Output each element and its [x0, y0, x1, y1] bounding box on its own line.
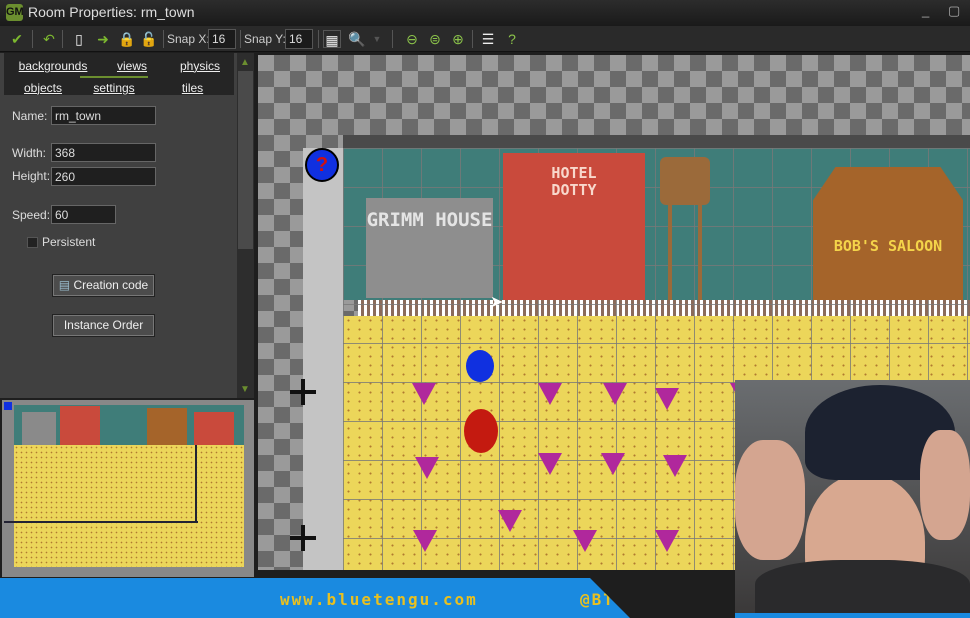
grid-toggle-icon[interactable]: ▦	[323, 30, 341, 48]
gem-instance[interactable]	[655, 530, 679, 552]
settings-panel: backgrounds views physics objects settin…	[0, 53, 237, 398]
banner-handle: @BTengu	[580, 590, 662, 609]
zoom-reset-icon[interactable]: ⊜	[426, 30, 444, 48]
unknown-object-instance[interactable]: ?	[305, 148, 339, 182]
gem-instance[interactable]	[601, 453, 625, 475]
mouse-cursor-icon: ➤	[490, 294, 504, 311]
snap-y-label: Snap Y:	[244, 32, 286, 46]
gem-instance[interactable]	[413, 530, 437, 552]
toolbar: ✔ ↶ ▯ ➜ 🔒 🔓 Snap X: 16 Snap Y: 16 ▦ 🔍 ▼ …	[0, 26, 970, 52]
scroll-down-icon[interactable]: ▼	[240, 384, 250, 395]
name-label: Name:	[12, 109, 48, 123]
tab-backgrounds[interactable]: backgrounds	[8, 59, 98, 73]
panel-scrollbar[interactable]: ▲ ▼	[237, 53, 254, 398]
title-bar: GM Room Properties: rm_town _ ▢	[0, 0, 970, 26]
hand	[920, 430, 970, 540]
height-label: Height:	[12, 169, 51, 183]
snap-x-input[interactable]: 16	[208, 29, 236, 49]
window-title: Room Properties: rm_town	[28, 4, 195, 20]
tab-objects[interactable]: objects	[8, 81, 78, 95]
promo-banner: www.bluetengu.com @BTengu	[0, 578, 662, 618]
gem-instance[interactable]	[573, 530, 597, 552]
room-minimap[interactable]	[2, 400, 254, 577]
name-input[interactable]: rm_town	[51, 106, 156, 125]
jacket	[755, 560, 970, 618]
creation-code-label: Creation code	[73, 278, 149, 292]
grimm-house-building: GRIMM HOUSE	[366, 198, 493, 298]
hand	[735, 440, 805, 560]
gem-instance[interactable]	[538, 453, 562, 475]
hotel-building: HOTEL DOTTY	[503, 153, 645, 300]
creation-code-button[interactable]: ▤ Creation code	[52, 274, 155, 297]
gem-instance[interactable]	[412, 383, 436, 405]
scroll-up-icon[interactable]: ▲	[240, 57, 250, 68]
tab-physics[interactable]: physics	[165, 59, 235, 73]
speed-label: Speed:	[12, 208, 51, 222]
gem-instance[interactable]	[538, 383, 562, 405]
unlock-icon[interactable]: 🔓	[140, 30, 158, 48]
tab-views[interactable]: views	[100, 59, 164, 73]
snap-x-label: Snap X:	[167, 32, 210, 46]
document-icon: ▤	[58, 278, 74, 292]
speed-input[interactable]: 60	[51, 205, 116, 224]
gem-instance[interactable]	[663, 455, 687, 477]
spawn-marker-instance[interactable]	[290, 379, 316, 405]
persistent-checkbox[interactable]	[27, 237, 38, 248]
maximize-button[interactable]: ▢	[948, 3, 960, 19]
help-icon[interactable]: ?	[503, 30, 521, 48]
chevron-down-icon[interactable]: ▼	[368, 30, 386, 48]
player-instance[interactable]	[466, 350, 494, 382]
zoom-out-icon[interactable]: ⊖	[403, 30, 421, 48]
height-input[interactable]: 260	[51, 167, 156, 186]
spawn-marker-instance[interactable]	[290, 525, 316, 551]
saloon-building: BOB'S SALOON	[813, 167, 963, 300]
banner-url: www.bluetengu.com	[280, 590, 478, 609]
zoom-view-icon[interactable]: 🔍	[348, 30, 366, 48]
shift-arrow-icon[interactable]: ➜	[94, 30, 112, 48]
tab-tiles[interactable]: tiles	[150, 81, 235, 95]
width-label: Width:	[12, 146, 47, 160]
lock-icon[interactable]: 🔒	[118, 30, 136, 48]
scroll-thumb[interactable]	[238, 71, 253, 249]
zoom-in-icon[interactable]: ⊕	[449, 30, 467, 48]
gem-instance[interactable]	[603, 383, 627, 405]
enemy-instance[interactable]	[464, 409, 498, 453]
persistent-label: Persistent	[42, 235, 96, 249]
snap-y-input[interactable]: 16	[285, 29, 313, 49]
instance-order-button[interactable]: Instance Order	[52, 314, 155, 337]
water-tower	[660, 157, 710, 205]
gem-instance[interactable]	[655, 388, 679, 410]
ok-check-icon[interactable]: ✔	[8, 30, 26, 48]
undo-icon[interactable]: ↶	[40, 30, 58, 48]
webcam-overlay	[735, 380, 970, 618]
width-input[interactable]: 368	[51, 143, 156, 162]
gamemaker-logo-icon: GM	[6, 4, 24, 21]
minimize-button[interactable]: _	[922, 3, 929, 18]
list-icon[interactable]: ☰	[479, 30, 497, 48]
tab-settings[interactable]: settings	[78, 81, 150, 95]
gem-instance[interactable]	[415, 457, 439, 479]
gem-instance[interactable]	[498, 510, 522, 532]
new-file-icon[interactable]: ▯	[70, 30, 88, 48]
